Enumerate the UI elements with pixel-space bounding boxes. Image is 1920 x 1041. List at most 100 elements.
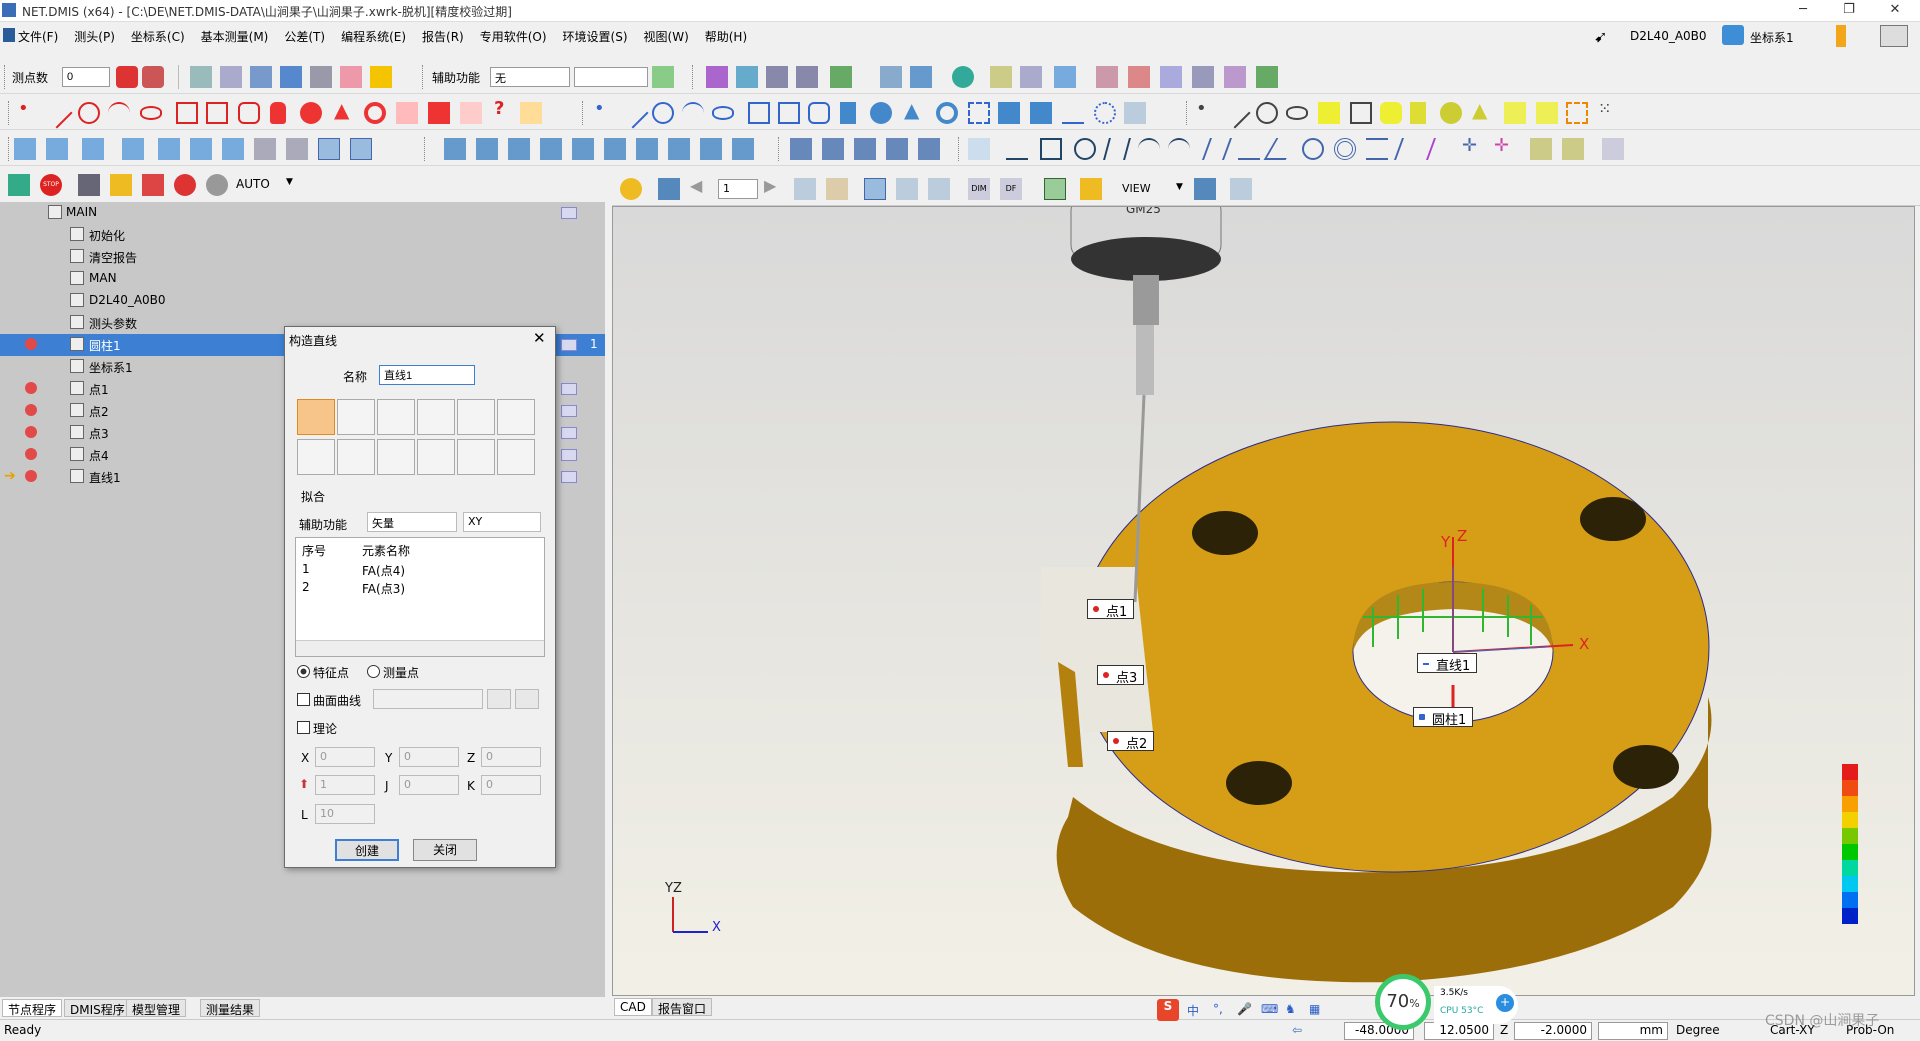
tol-slope-icon[interactable] (540, 138, 562, 160)
zoom-icon[interactable] (766, 66, 788, 88)
coord-active-2-icon[interactable] (350, 138, 372, 160)
cad-rect-icon[interactable] (1350, 102, 1372, 124)
menu-item-10[interactable]: 帮助(H) (697, 23, 755, 45)
construct-point-icon[interactable]: • (594, 98, 616, 120)
construct-sphere-icon[interactable] (870, 102, 892, 124)
ime-chinese-icon[interactable]: 中 (1187, 1002, 1199, 1019)
line-feature-icon[interactable] (41, 97, 73, 129)
coord-translate-icon[interactable] (46, 138, 68, 160)
menu-item-2[interactable]: 坐标系(C) (123, 23, 193, 45)
mode-dropdown-icon[interactable]: ▼ (286, 177, 293, 187)
home-icon[interactable] (340, 66, 362, 88)
tree-node[interactable]: D2L40_A0B0 (0, 290, 605, 312)
cad-point-icon[interactable]: • (1196, 98, 1218, 120)
tol-concentric-icon[interactable] (1334, 138, 1356, 160)
tol-profile-icon[interactable] (668, 138, 690, 160)
radio-feature-point[interactable] (297, 665, 310, 678)
plane-line-icon[interactable] (417, 399, 455, 435)
view-label[interactable]: VIEW (1122, 182, 1151, 195)
construct-rect-icon[interactable] (778, 102, 800, 124)
pencil-icon[interactable] (1836, 25, 1846, 47)
coord-system-icon[interactable] (1722, 25, 1744, 45)
rect-feature-icon[interactable] (206, 102, 228, 124)
mid-line-icon[interactable] (337, 439, 375, 475)
mode-select[interactable]: AUTO (236, 177, 270, 191)
output-badge-icon[interactable] (561, 207, 577, 219)
tol-chart-2-icon[interactable] (1602, 138, 1624, 160)
init-coord-icon[interactable] (14, 138, 36, 160)
menu-item-7[interactable]: 专用软件(O) (472, 23, 555, 45)
pin-red-icon[interactable] (174, 174, 196, 196)
construct-torus-icon[interactable] (936, 102, 958, 124)
calc-icon[interactable] (310, 66, 332, 88)
view-cube-icon[interactable] (910, 66, 932, 88)
view-zoom-icon[interactable] (1230, 178, 1252, 200)
point-feature-icon[interactable]: • (18, 98, 40, 120)
export-icon[interactable] (1080, 178, 1102, 200)
save-view-icon[interactable] (658, 178, 680, 200)
probe-arrow-icon[interactable] (1020, 66, 1042, 88)
gdt-grid-icon[interactable] (822, 138, 844, 160)
parallel-line-icon[interactable] (337, 399, 375, 435)
path-icon[interactable] (520, 102, 542, 124)
toggle-icon[interactable] (1224, 66, 1246, 88)
label-point-3[interactable]: 点3 (1097, 665, 1145, 686)
construct-cylinder-icon[interactable] (840, 102, 856, 124)
delete-all-icon[interactable] (142, 66, 164, 88)
bulb-icon[interactable] (25, 382, 37, 394)
tol-cylindricity-icon[interactable] (1103, 138, 1131, 160)
surface-line-icon[interactable] (497, 439, 535, 475)
output-badge-icon[interactable] (561, 383, 577, 395)
unknown-feature-icon[interactable]: ? (494, 98, 516, 120)
plane-select[interactable]: XY (463, 512, 541, 532)
tol-symmetry-icon[interactable] (1366, 138, 1388, 160)
menu-item-6[interactable]: 报告(R) (414, 23, 472, 45)
close-icon[interactable]: ✕ (1872, 0, 1918, 22)
tol-parallel-icon[interactable] (1201, 138, 1233, 160)
construct-bbox-icon[interactable] (968, 102, 990, 124)
tol-position-2-icon[interactable] (1302, 138, 1324, 160)
ellipse-feature-icon[interactable] (140, 106, 162, 120)
gdt-curve-icon[interactable] (886, 138, 908, 160)
view-dropdown-icon[interactable]: ▼ (1176, 182, 1183, 192)
tol-runout-icon[interactable] (1393, 138, 1425, 160)
assist-func-select[interactable]: 矢量 (367, 512, 457, 532)
bulb-icon[interactable] (25, 426, 37, 438)
cad-plane-icon[interactable] (1536, 102, 1558, 124)
perpendicular-line-icon[interactable] (297, 439, 335, 475)
plane-feature-icon[interactable] (428, 102, 450, 124)
menu-item-0[interactable]: 文件(F) (10, 23, 66, 45)
mode-dot-icon[interactable] (206, 174, 228, 196)
row-element-name[interactable]: FA(点4) (362, 562, 405, 579)
coord-move-icon[interactable] (254, 138, 276, 160)
tree-node[interactable]: MAN (0, 268, 605, 290)
measure-move-icon[interactable] (706, 66, 728, 88)
label-line-1[interactable]: 直线1 (1417, 653, 1478, 674)
construct-line-icon[interactable] (617, 97, 649, 129)
tab-2[interactable]: 模型管理 (126, 999, 187, 1017)
menu-item-9[interactable]: 视图(W) (636, 23, 697, 45)
cad-cone-icon[interactable]: ▲ (1472, 98, 1494, 122)
tol-circle-icon[interactable] (604, 138, 626, 160)
intersect-line-icon[interactable] (497, 399, 535, 435)
row-element-name[interactable]: FA(点3) (362, 580, 405, 597)
run-icon[interactable] (8, 174, 30, 196)
output-badge-icon[interactable] (561, 405, 577, 417)
create-button[interactable]: 创建 (335, 839, 399, 861)
menu-item-1[interactable]: 测头(P) (66, 23, 123, 45)
tol-round-icon[interactable] (572, 138, 594, 160)
fit-line-icon[interactable] (297, 399, 335, 435)
cad-ellipse-icon[interactable] (1286, 106, 1308, 120)
tol-roundness-icon[interactable] (1074, 138, 1096, 160)
df-icon[interactable]: DF (1000, 178, 1022, 200)
view-grid-icon[interactable] (928, 178, 950, 200)
monitor-widget[interactable]: 3.5K/s CPU 53°C + (1434, 986, 1518, 1024)
cylinder-feature-icon[interactable] (270, 102, 286, 124)
vector-arrow-icon[interactable]: ⬆ (299, 777, 309, 791)
gdt-profile-icon[interactable] (918, 138, 940, 160)
cad-bbox-icon[interactable] (1566, 102, 1588, 124)
view-tab-1[interactable]: 报告窗口 (652, 998, 713, 1016)
report-table-icon[interactable] (1044, 178, 1066, 200)
name-input[interactable] (379, 365, 475, 385)
next-icon[interactable]: ▶ (764, 176, 786, 198)
